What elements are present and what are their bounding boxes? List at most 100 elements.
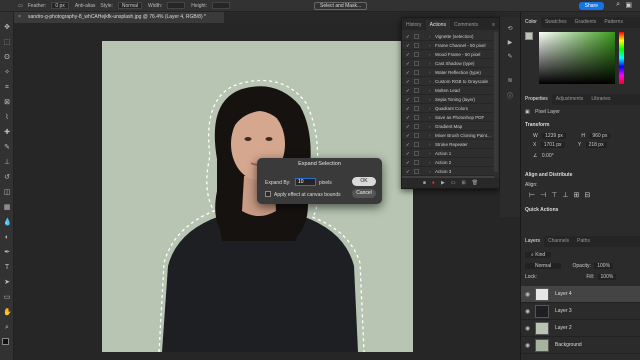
action-item[interactable]: ✓ › Molten Lead (402, 86, 494, 95)
chevron-right-icon[interactable]: › (429, 104, 431, 112)
layer-thumbnail[interactable] (535, 339, 549, 352)
align-right-icon[interactable]: ⊤ (551, 192, 562, 199)
select-and-mask-button[interactable]: Select and Mask... (314, 1, 368, 10)
layer-thumbnail[interactable] (535, 322, 549, 335)
play-icon[interactable]: ▶ (441, 180, 445, 186)
layer-row[interactable]: ◉ Layer 4 (521, 286, 640, 303)
chevron-right-icon[interactable]: › (429, 68, 431, 76)
gradient-tool-icon[interactable]: ▦ (3, 204, 11, 212)
tab-patterns[interactable]: Patterns (600, 17, 627, 28)
history-panel-icon[interactable]: ⟲ (506, 25, 514, 33)
frame-tool-icon[interactable]: ⊠ (3, 99, 11, 107)
opacity-input[interactable]: 100% (594, 263, 614, 269)
chevron-right-icon[interactable]: › (429, 59, 431, 67)
chevron-right-icon[interactable]: › (429, 113, 431, 121)
tab-swatches[interactable]: Swatches (541, 17, 571, 28)
ok-button[interactable]: OK (352, 177, 376, 186)
color-picker-field[interactable] (539, 32, 615, 84)
actions-panel-icon[interactable]: ▶ (506, 39, 514, 47)
record-icon[interactable]: ● (432, 180, 435, 186)
dialog-toggle-box[interactable] (414, 88, 419, 93)
tab-layers[interactable]: Layers (521, 236, 545, 247)
action-item[interactable]: ✓ › Gradient Map (402, 122, 494, 131)
dodge-tool-icon[interactable]: ◐ (3, 234, 11, 242)
layer-row[interactable]: ◉ Layer 3 (521, 303, 640, 320)
cancel-button[interactable]: Cancel (352, 189, 376, 198)
chevron-right-icon[interactable]: › (429, 149, 431, 157)
y-input[interactable]: 218 px (585, 142, 607, 148)
align-top-icon[interactable]: ⊥ (562, 192, 573, 199)
w-input[interactable]: 1239 px (542, 133, 566, 139)
foreground-color-swatch[interactable] (2, 338, 9, 345)
hand-tool-icon[interactable]: ✋ (3, 309, 12, 317)
dialog-toggle-box[interactable] (414, 124, 419, 129)
dialog-toggle-box[interactable] (414, 79, 419, 84)
action-item[interactable]: ✓ › Custom RGB to Grayscale (402, 77, 494, 86)
check-icon[interactable]: ✓ (406, 77, 410, 85)
check-icon[interactable]: ✓ (406, 50, 410, 58)
new-action-icon[interactable]: ⊞ (462, 180, 466, 186)
action-item[interactable]: ✓ › Wood Frame - 50 pixel (402, 50, 494, 59)
hue-slider[interactable] (619, 32, 624, 84)
action-item[interactable]: ✓ › Action 2 (402, 158, 494, 167)
tab-paths[interactable]: Paths (573, 236, 594, 247)
action-item[interactable]: ✓ › Water Reflection (type) (402, 68, 494, 77)
dialog-toggle-box[interactable] (414, 115, 419, 120)
brush-panel-icon[interactable]: ≋ (506, 77, 514, 85)
healing-brush-icon[interactable]: ✚ (3, 129, 11, 137)
shape-tool-icon[interactable]: ▭ (3, 294, 11, 302)
action-item[interactable]: ✓ › Stroke Repeater (402, 140, 494, 149)
check-icon[interactable]: ✓ (406, 149, 410, 157)
check-icon[interactable]: ✓ (406, 86, 410, 94)
eraser-tool-icon[interactable]: ◫ (3, 189, 11, 197)
move-tool-icon[interactable]: ✥ (3, 24, 11, 32)
align-bottom-icon[interactable]: ⊟ (584, 192, 595, 199)
clone-stamp-icon[interactable]: ⊥ (3, 159, 11, 167)
crop-tool-icon[interactable]: ⌗ (3, 84, 11, 92)
check-icon[interactable]: ✓ (406, 167, 410, 175)
fill-input[interactable]: 100% (597, 274, 617, 280)
eye-icon[interactable]: ◉ (525, 325, 530, 332)
stop-icon[interactable]: ■ (423, 180, 426, 186)
check-icon[interactable]: ✓ (406, 122, 410, 130)
search-icon[interactable]: ⌕ (616, 1, 620, 9)
angle-input[interactable]: 0.00° (542, 153, 554, 159)
foreground-color-chip[interactable] (525, 32, 533, 40)
tab-history[interactable]: History (402, 20, 426, 30)
chevron-right-icon[interactable]: › (429, 140, 431, 148)
align-left-icon[interactable]: ⊢ (529, 192, 540, 199)
dialog-toggle-box[interactable] (414, 151, 419, 156)
chevron-right-icon[interactable]: › (429, 41, 431, 49)
marquee-tool-icon[interactable]: ⬚ (3, 39, 11, 47)
width-input[interactable] (167, 2, 186, 9)
tab-color[interactable]: Color (521, 17, 541, 28)
eye-icon[interactable]: ◉ (525, 308, 530, 315)
chevron-right-icon[interactable]: › (429, 158, 431, 166)
layer-thumbnail[interactable] (535, 305, 549, 318)
workspace-icon[interactable]: ▣ (625, 1, 632, 9)
tab-gradients[interactable]: Gradients (571, 17, 601, 28)
history-brush-icon[interactable]: ↺ (3, 174, 11, 182)
chevron-right-icon[interactable]: › (429, 95, 431, 103)
action-item[interactable]: ✓ › Sepia Toning (layer) (402, 95, 494, 104)
zoom-tool-icon[interactable]: ⌕ (3, 324, 11, 332)
check-icon[interactable]: ✓ (406, 131, 410, 139)
chevron-right-icon[interactable]: › (429, 50, 431, 58)
dialog-toggle-box[interactable] (414, 142, 419, 147)
dialog-toggle-box[interactable] (414, 133, 419, 138)
action-item[interactable]: ✓ › Action 3 (402, 167, 494, 176)
brush-tool-icon[interactable]: ✎ (3, 144, 11, 152)
lasso-tool-icon[interactable]: ʘ (3, 54, 11, 62)
tab-actions[interactable]: Actions (425, 20, 450, 30)
eye-icon[interactable]: ◉ (525, 291, 530, 298)
dialog-toggle-box[interactable] (414, 97, 419, 102)
feather-input[interactable]: 0 px (51, 2, 69, 9)
tab-channels[interactable]: Channels (544, 236, 573, 247)
tab-properties[interactable]: Properties (521, 94, 552, 105)
check-icon[interactable]: ✓ (406, 68, 410, 76)
share-button[interactable]: Share (578, 2, 604, 10)
check-icon[interactable]: ✓ (406, 113, 410, 121)
panel-menu-icon[interactable]: ≡ (488, 20, 499, 30)
chevron-right-icon[interactable]: › (429, 32, 431, 40)
new-set-icon[interactable]: ▭ (451, 180, 456, 186)
